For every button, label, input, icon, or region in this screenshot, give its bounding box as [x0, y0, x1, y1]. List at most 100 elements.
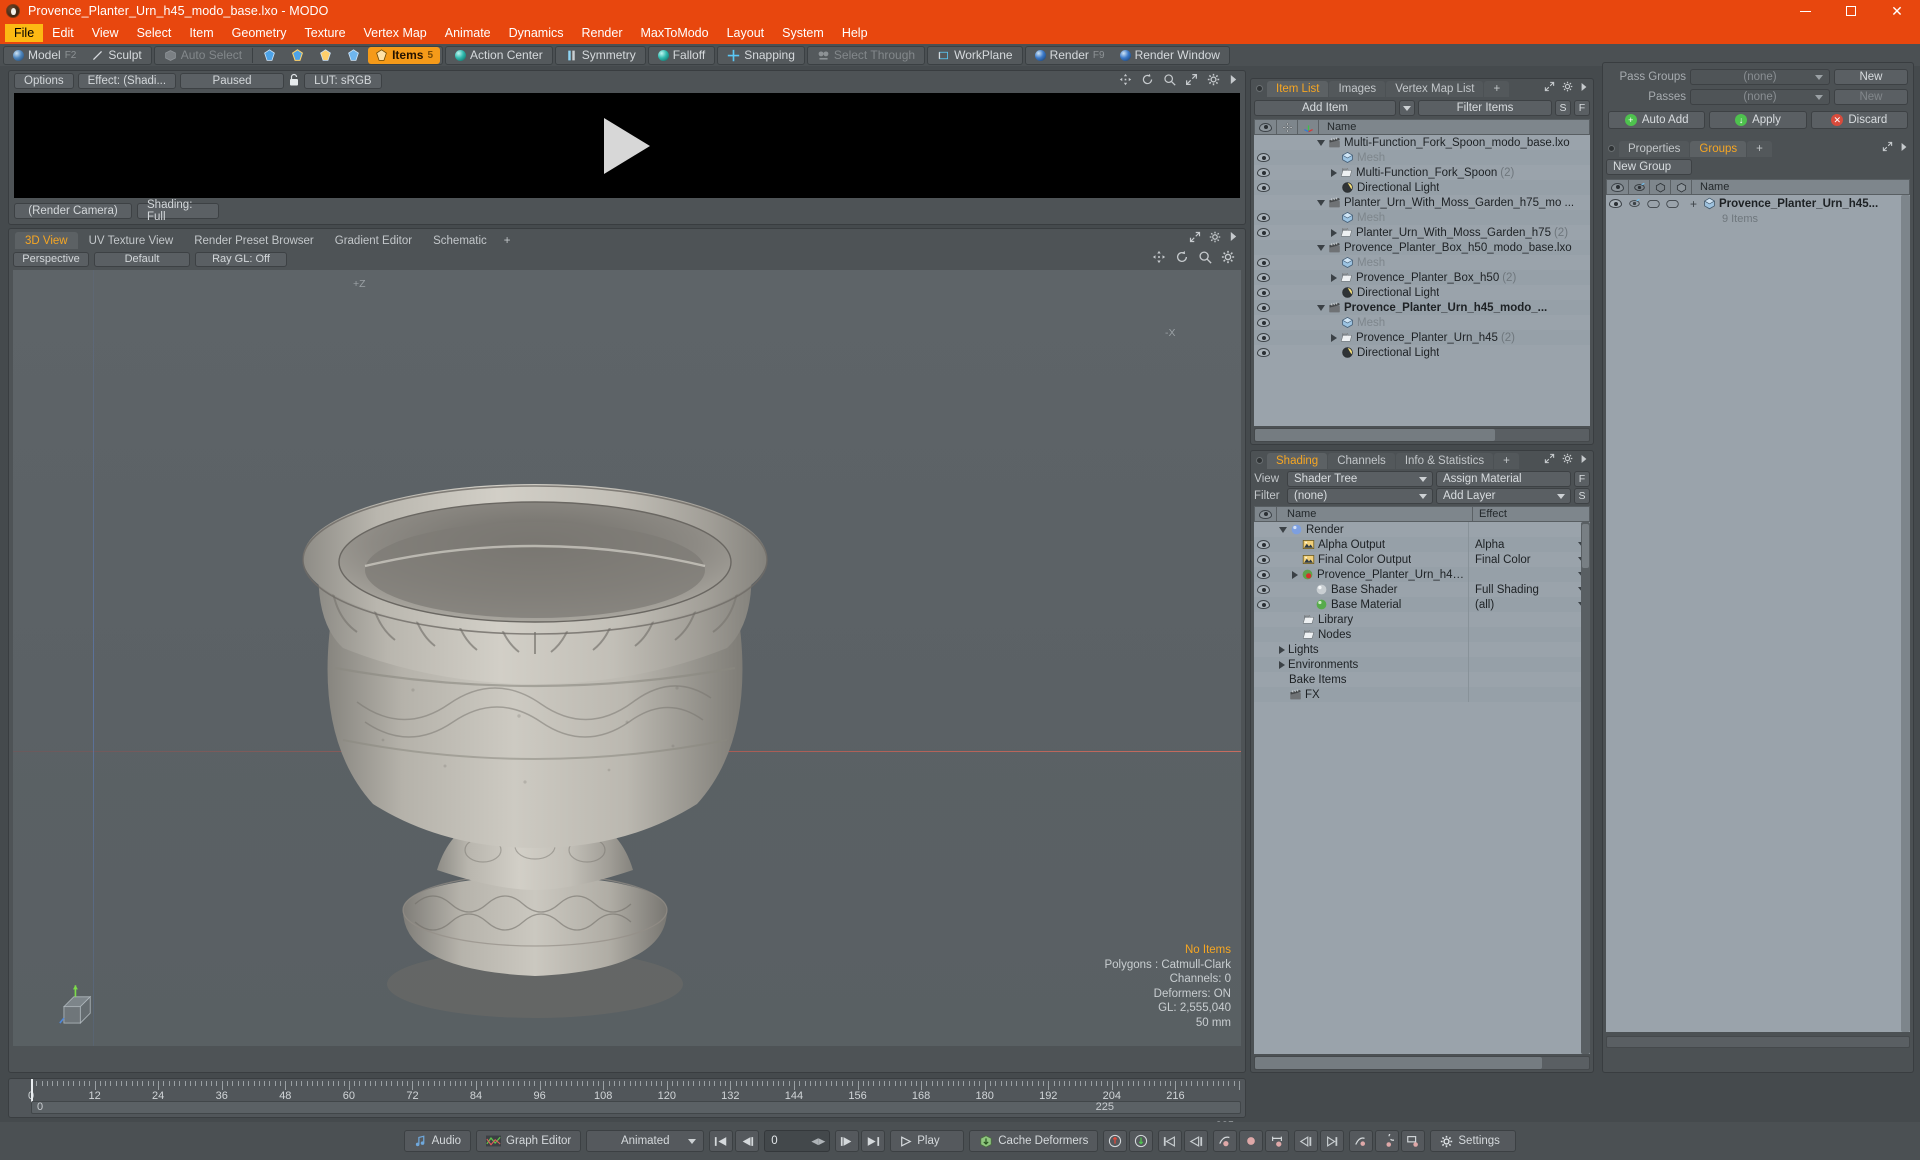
- eye-icon[interactable]: [1257, 228, 1270, 237]
- item-list-tab-vertex-map-list[interactable]: Vertex Map List: [1386, 81, 1484, 97]
- row-visibility-toggle[interactable]: [1254, 285, 1273, 300]
- menu-item-dynamics[interactable]: Dynamics: [500, 24, 573, 42]
- shader-tree-row[interactable]: Provence_Planter_Urn_h45 ...: [1254, 567, 1590, 582]
- groups-tab--[interactable]: +: [1747, 141, 1772, 157]
- row-transform-cell[interactable]: [1292, 165, 1311, 180]
- row-lock-cell[interactable]: [1273, 135, 1292, 150]
- select-through-button[interactable]: Select Through: [810, 47, 922, 64]
- col-lock[interactable]: [1671, 180, 1692, 194]
- close-button[interactable]: ✕: [1874, 0, 1920, 22]
- row-name-cell[interactable]: Multi-Function_Fork_Spoon_modo_base.lxo: [1311, 136, 1590, 149]
- row-effect-cell[interactable]: [1469, 672, 1590, 687]
- row-transform-cell[interactable]: [1292, 225, 1311, 240]
- play-overlay-icon[interactable]: [604, 117, 650, 174]
- new-group-button[interactable]: New Group: [1606, 159, 1692, 175]
- prev-keyframe-button[interactable]: [1158, 1130, 1183, 1152]
- row-transform-cell[interactable]: [1292, 240, 1311, 255]
- preview-options-button[interactable]: Options: [14, 73, 74, 89]
- row-transform-cell[interactable]: [1292, 210, 1311, 225]
- row-effect-cell[interactable]: Final Color: [1469, 552, 1590, 567]
- falloff-button[interactable]: Falloff: [651, 47, 712, 64]
- action-center-button[interactable]: Action Center: [448, 47, 550, 64]
- eye-icon[interactable]: [1257, 600, 1270, 609]
- row-name-cell[interactable]: Planter_Urn_With_Moss_Garden_h75 (2): [1311, 226, 1590, 239]
- preview-lock-icon[interactable]: [288, 73, 300, 90]
- shading-tab-info-statistics[interactable]: Info & Statistics: [1395, 453, 1494, 469]
- materials-mode-button[interactable]: [340, 47, 367, 64]
- chevron-right-icon[interactable]: [1279, 660, 1285, 669]
- row-name-cell[interactable]: Nodes: [1273, 627, 1469, 642]
- maximize-pane-icon[interactable]: [1189, 231, 1201, 243]
- shader-tree-row[interactable]: Base Material (all): [1254, 597, 1590, 612]
- menu-item-render[interactable]: Render: [573, 24, 632, 42]
- item-list-row[interactable]: Directional Light: [1254, 180, 1590, 195]
- shader-tree[interactable]: Render Alpha Output Alpha Final Color Outpu…: [1254, 522, 1590, 1054]
- row-visibility-toggle[interactable]: [1254, 657, 1273, 672]
- row-visibility-toggle[interactable]: [1254, 240, 1273, 255]
- chevron-right-icon[interactable]: [1900, 142, 1908, 152]
- shader-tree-row[interactable]: Bake Items: [1254, 672, 1590, 687]
- next-key-button[interactable]: [835, 1130, 860, 1152]
- minimize-button[interactable]: [1782, 0, 1828, 22]
- checkbox-rounded-icon[interactable]: [1666, 199, 1679, 209]
- checkbox-rounded-icon[interactable]: [1647, 199, 1660, 209]
- row-effect-cell[interactable]: (all): [1469, 597, 1590, 612]
- row-effect-cell[interactable]: [1469, 522, 1590, 537]
- groups-tab-groups[interactable]: Groups: [1690, 141, 1747, 157]
- row-lock-cell[interactable]: [1273, 330, 1292, 345]
- item-list-row[interactable]: Provence_Planter_Box_h50 (2): [1254, 270, 1590, 285]
- shader-tree-hscrollbar[interactable]: [1254, 1056, 1590, 1070]
- timeline-range-bar[interactable]: 0 225: [31, 1101, 1241, 1114]
- row-lock-cell[interactable]: [1273, 150, 1292, 165]
- gear-icon[interactable]: [1207, 73, 1220, 86]
- eye-icon[interactable]: [1257, 318, 1270, 327]
- add-item-caret-button[interactable]: [1399, 100, 1415, 116]
- key-channels-button[interactable]: [1265, 1130, 1290, 1152]
- row-lock-cell[interactable]: [1273, 195, 1292, 210]
- play-button[interactable]: Play: [890, 1130, 965, 1152]
- row-name-cell[interactable]: Mesh: [1311, 316, 1590, 329]
- row-transform-cell[interactable]: [1292, 315, 1311, 330]
- menu-item-edit[interactable]: Edit: [43, 24, 83, 42]
- menu-item-select[interactable]: Select: [128, 24, 181, 42]
- row-visibility-toggle[interactable]: [1254, 345, 1273, 360]
- key-up-button[interactable]: [1103, 1130, 1128, 1152]
- col-name-header[interactable]: Name: [1319, 120, 1589, 134]
- audio-button[interactable]: Audio: [403, 1130, 472, 1152]
- viewport-tab-schematic[interactable]: Schematic: [423, 232, 497, 249]
- row-effect-cell[interactable]: [1469, 642, 1590, 657]
- row-effect-cell[interactable]: [1469, 612, 1590, 627]
- row-visibility-toggle[interactable]: [1254, 150, 1273, 165]
- item-list-s-button[interactable]: S: [1555, 100, 1571, 116]
- auto-select-button[interactable]: Auto Select: [157, 47, 249, 64]
- pan-icon[interactable]: [1119, 73, 1132, 86]
- gear-icon[interactable]: [1209, 231, 1221, 243]
- expand-plus-icon[interactable]: +: [1690, 197, 1697, 211]
- row-transform-cell[interactable]: [1292, 150, 1311, 165]
- row-visibility-toggle[interactable]: [1254, 255, 1273, 270]
- row-visibility-toggle[interactable]: [1254, 537, 1273, 552]
- groups-tab-properties[interactable]: Properties: [1619, 141, 1690, 157]
- col-selectable[interactable]: [1650, 180, 1671, 194]
- col-name-header[interactable]: Name: [1277, 507, 1473, 521]
- row-lock-cell[interactable]: [1273, 210, 1292, 225]
- pass-groups-new-button[interactable]: New: [1834, 69, 1908, 85]
- menu-item-maxtomodo[interactable]: MaxToModo: [632, 24, 718, 42]
- polygons-mode-button[interactable]: [312, 47, 339, 64]
- groups-tree[interactable]: + Provence_Planter_Urn_h45... 9 Items: [1606, 195, 1910, 1032]
- tangent-slope-button[interactable]: [1349, 1130, 1374, 1152]
- add-layer-dropdown[interactable]: Add Layer: [1436, 488, 1571, 504]
- row-name-cell[interactable]: Base Material: [1273, 597, 1469, 612]
- shader-tree-row[interactable]: Render: [1254, 522, 1590, 537]
- row-visibility-toggle[interactable]: [1254, 195, 1273, 210]
- go-to-end-button[interactable]: [861, 1130, 886, 1152]
- col-visibility[interactable]: [1255, 507, 1277, 521]
- chevron-down-icon[interactable]: [1317, 304, 1325, 311]
- sculpt-mode-button[interactable]: Sculpt: [84, 47, 148, 64]
- frame-spinner-icon[interactable]: ◀▶: [811, 1136, 825, 1147]
- item-list-f-button[interactable]: F: [1574, 100, 1590, 116]
- chevron-right-icon[interactable]: [1331, 273, 1337, 282]
- preview-paused-button[interactable]: Paused: [180, 73, 285, 89]
- vertices-mode-button[interactable]: [256, 47, 283, 64]
- row-visibility-toggle[interactable]: [1254, 135, 1273, 150]
